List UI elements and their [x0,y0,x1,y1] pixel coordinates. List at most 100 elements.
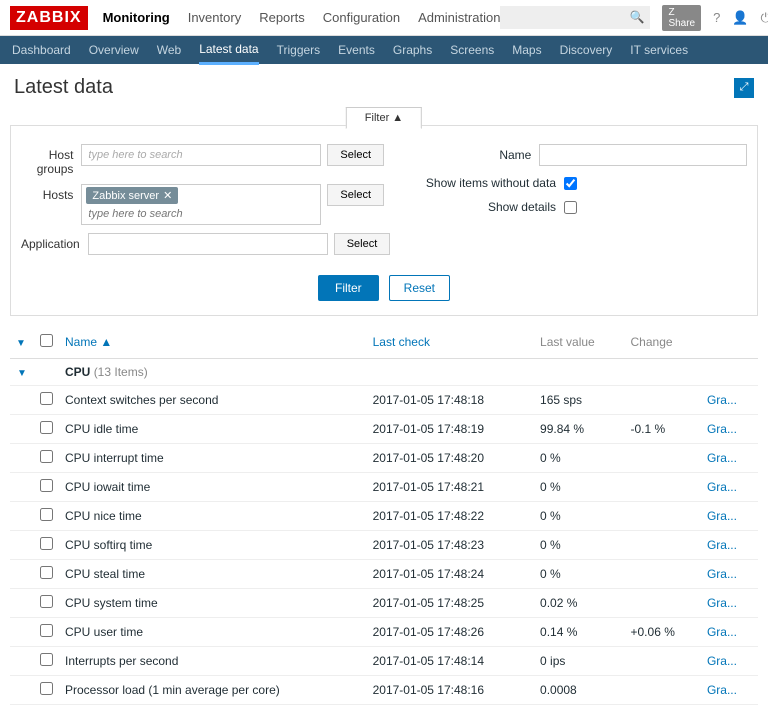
host-groups-input[interactable] [81,144,321,166]
item-change [625,502,701,531]
subnav-discovery[interactable]: Discovery [560,37,613,63]
item-last-value: 99.84 % [534,415,624,444]
row-checkbox[interactable] [40,392,53,405]
row-checkbox[interactable] [40,682,53,695]
table-row: CPU user time 2017-01-05 17:48:26 0.14 %… [10,618,758,647]
item-last-value: 0 % [534,502,624,531]
item-last-value: 0.02 % [534,589,624,618]
item-name: CPU system time [59,589,367,618]
expand-all-icon[interactable]: ▼ [16,338,26,349]
row-checkbox[interactable] [40,450,53,463]
graph-link[interactable]: Gra... [701,531,758,560]
subnav-overview[interactable]: Overview [89,37,139,63]
collapse-group-icon[interactable]: ▼ [17,368,27,379]
graph-link[interactable]: Gra... [701,502,758,531]
hosts-input[interactable] [86,206,316,222]
row-checkbox[interactable] [40,624,53,637]
filter-button[interactable]: Filter [318,275,379,301]
graph-link[interactable]: Gra... [701,647,758,676]
hosts-label: Hosts [21,184,81,202]
logo[interactable]: ZABBIX [10,6,88,30]
graph-link[interactable]: Gra... [701,386,758,415]
row-checkbox[interactable] [40,566,53,579]
subnav-triggers[interactable]: Triggers [277,37,321,63]
graph-link[interactable]: Gra... [701,676,758,705]
item-last-check: 2017-01-05 17:48:26 [367,618,534,647]
search-icon[interactable]: 🔍 [629,10,644,24]
item-name: Interrupts per second [59,647,367,676]
topnav-monitoring[interactable]: Monitoring [103,10,170,25]
help-icon[interactable]: ? [713,10,720,25]
item-last-check: 2017-01-05 17:48:22 [367,502,534,531]
item-change [625,473,701,502]
col-name[interactable]: Name ▲ [59,326,367,359]
subnav-maps[interactable]: Maps [512,37,541,63]
subnav-dashboard[interactable]: Dashboard [12,37,71,63]
item-last-check: 2017-01-05 17:48:20 [367,444,534,473]
subnav-web[interactable]: Web [157,37,181,63]
subnav-it-services[interactable]: IT services [630,37,688,63]
topnav-inventory[interactable]: Inventory [188,10,241,25]
host-groups-select-button[interactable]: Select [327,144,384,166]
topnav-reports[interactable]: Reports [259,10,305,25]
item-last-check: 2017-01-05 17:48:19 [367,415,534,444]
hosts-input-box[interactable]: Zabbix server✕ [81,184,321,225]
select-all-checkbox[interactable] [40,334,53,347]
name-filter-label: Name [384,148,539,162]
remove-tag-icon[interactable]: ✕ [163,190,172,202]
show-without-data-checkbox[interactable] [564,177,577,190]
item-last-value: 0 % [534,560,624,589]
row-checkbox[interactable] [40,537,53,550]
power-icon[interactable]: ⏻ [761,10,768,26]
group-name: CPU [65,365,90,379]
table-row: CPU softirq time 2017-01-05 17:48:23 0 %… [10,531,758,560]
filter-toggle[interactable]: Filter ▲ [346,107,422,129]
topnav-administration[interactable]: Administration [418,10,500,25]
hosts-select-button[interactable]: Select [327,184,384,206]
table-row: Context switches per second 2017-01-05 1… [10,386,758,415]
fullscreen-button[interactable]: ⤢ [734,78,754,98]
col-last-check[interactable]: Last check [367,326,534,359]
item-last-value: 0 % [534,473,624,502]
subnav-screens[interactable]: Screens [450,37,494,63]
row-checkbox[interactable] [40,653,53,666]
graph-link[interactable]: Gra... [701,473,758,502]
item-name: CPU steal time [59,560,367,589]
name-filter-input[interactable] [539,144,747,166]
graph-link[interactable]: Gra... [701,415,758,444]
graph-link[interactable]: Gra... [701,560,758,589]
search-input[interactable] [500,6,650,29]
item-change [625,531,701,560]
item-name: Processor load (1 min average per core) [59,676,367,705]
table-row: CPU steal time 2017-01-05 17:48:24 0 % G… [10,560,758,589]
item-last-check: 2017-01-05 17:48:21 [367,473,534,502]
subnav-graphs[interactable]: Graphs [393,37,432,63]
graph-link[interactable]: Gra... [701,444,758,473]
subnav-latest-data[interactable]: Latest data [199,36,258,65]
row-checkbox[interactable] [40,479,53,492]
group-count: (13 Items) [94,365,148,379]
item-change [625,676,701,705]
show-details-checkbox[interactable] [564,201,577,214]
graph-link[interactable]: Gra... [701,618,758,647]
item-last-value: 0 % [534,444,624,473]
user-icon[interactable]: 👤 [732,10,748,26]
col-last-value: Last value [534,326,624,359]
col-change: Change [625,326,701,359]
row-checkbox[interactable] [40,421,53,434]
item-last-check: 2017-01-05 17:48:16 [367,676,534,705]
application-input[interactable] [88,233,328,255]
item-change [625,444,701,473]
item-change: -0.1 % [625,415,701,444]
reset-button[interactable]: Reset [389,275,450,301]
row-checkbox[interactable] [40,595,53,608]
row-checkbox[interactable] [40,508,53,521]
subnav-events[interactable]: Events [338,37,375,63]
graph-link[interactable]: Gra... [701,589,758,618]
item-name: CPU iowait time [59,473,367,502]
topnav-configuration[interactable]: Configuration [323,10,400,25]
data-table: ▼ Name ▲ Last check Last value Change ▼ … [10,326,758,705]
share-button[interactable]: Z Share [662,5,701,31]
page-title: Latest data [14,76,113,99]
application-select-button[interactable]: Select [334,233,391,255]
